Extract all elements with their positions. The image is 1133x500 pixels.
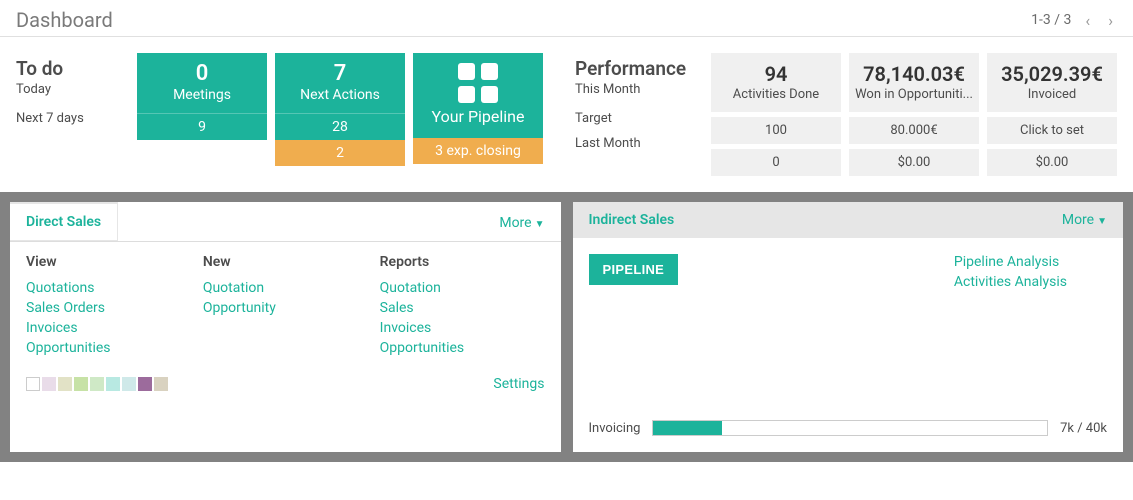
perf-activities-card[interactable]: 94 Activities Done	[711, 53, 841, 112]
color-swatch[interactable]	[106, 377, 120, 391]
perf-won-target[interactable]: 80.000€	[849, 117, 979, 144]
perf-won-label: Won in Opportuniti...	[853, 87, 975, 102]
performance-heading: Performance	[575, 57, 695, 80]
col-view: View Quotations Sales Orders Invoices Op…	[26, 254, 191, 360]
todo-today-label: Today	[16, 82, 113, 97]
color-swatch[interactable]	[138, 377, 152, 391]
link-view-quotations[interactable]: Quotations	[26, 280, 191, 296]
link-report-opportunities[interactable]: Opportunities	[380, 340, 545, 356]
link-report-sales[interactable]: Sales	[380, 300, 545, 316]
indirect-sales-title: Indirect Sales	[589, 212, 675, 228]
link-pipeline-analysis[interactable]: Pipeline Analysis	[954, 254, 1067, 270]
settings-link[interactable]: Settings	[493, 376, 544, 392]
meetings-next7-count: 9	[137, 113, 267, 140]
performance-lastmonth-label: Last Month	[575, 136, 695, 151]
panel-direct-sales: Direct Sales More▼ View Quotations Sales…	[10, 202, 561, 452]
perf-won-card[interactable]: 78,140.03€ Won in Opportuniti...	[849, 53, 979, 112]
perf-activities-last: 0	[711, 149, 841, 176]
perf-invoiced-value: 35,029.39€	[991, 63, 1113, 85]
link-report-invoices[interactable]: Invoices	[380, 320, 545, 336]
perf-activities-target[interactable]: 100	[711, 117, 841, 144]
pager-prev[interactable]: ‹	[1081, 11, 1094, 30]
link-view-invoices[interactable]: Invoices	[26, 320, 191, 336]
col-view-heading: View	[26, 254, 191, 270]
tile-meetings[interactable]: 0 Meetings 9	[137, 53, 267, 176]
link-activities-analysis[interactable]: Activities Analysis	[954, 274, 1067, 290]
col-new-heading: New	[203, 254, 368, 270]
pager-range: 1-3 / 3	[1031, 12, 1071, 28]
invoicing-progress-bar	[653, 421, 722, 435]
perf-won-col: 78,140.03€ Won in Opportuniti... 80.000€…	[849, 53, 979, 176]
indirect-sales-more[interactable]: More▼	[1062, 212, 1107, 228]
link-view-sales-orders[interactable]: Sales Orders	[26, 300, 191, 316]
tile-pipeline[interactable]: Your Pipeline 3 exp. closing	[413, 53, 543, 176]
meetings-label: Meetings	[137, 87, 267, 103]
color-swatch[interactable]	[90, 377, 104, 391]
color-swatches[interactable]	[26, 377, 168, 391]
direct-sales-more[interactable]: More▼	[499, 215, 544, 231]
nextactions-today-count: 7	[275, 63, 405, 85]
performance-thismonth-label: This Month	[575, 82, 695, 97]
col-reports: Reports Quotation Sales Invoices Opportu…	[380, 254, 545, 360]
color-swatch[interactable]	[154, 377, 168, 391]
page-title: Dashboard	[16, 8, 113, 32]
perf-invoiced-label: Invoiced	[991, 87, 1113, 102]
perf-activities-value: 94	[715, 63, 837, 85]
tile-next-actions[interactable]: 7 Next Actions 28 2	[275, 53, 405, 176]
direct-sales-tab[interactable]: Direct Sales	[10, 204, 118, 240]
nextactions-next7-count: 28	[275, 113, 405, 140]
todo-block: To do Today Next 7 days	[16, 53, 113, 176]
perf-won-last: $0.00	[849, 149, 979, 176]
perf-activities-label: Activities Done	[715, 87, 837, 102]
caret-down-icon: ▼	[535, 219, 545, 230]
perf-invoiced-last: $0.00	[987, 149, 1117, 176]
panel-indirect-sales: Indirect Sales More▼ PIPELINE Pipeline A…	[573, 202, 1124, 452]
perf-won-value: 78,140.03€	[853, 63, 975, 85]
perf-invoiced-col: 35,029.39€ Invoiced Click to set $0.00	[987, 53, 1117, 176]
link-new-opportunity[interactable]: Opportunity	[203, 300, 368, 316]
color-swatch[interactable]	[26, 377, 40, 391]
col-reports-heading: Reports	[380, 254, 545, 270]
color-swatch[interactable]	[58, 377, 72, 391]
perf-invoiced-card[interactable]: 35,029.39€ Invoiced	[987, 53, 1117, 112]
col-new: New Quotation Opportunity	[203, 254, 368, 360]
invoicing-progress	[652, 420, 1048, 436]
nextactions-label: Next Actions	[275, 87, 405, 103]
pipeline-button[interactable]: PIPELINE	[589, 254, 679, 285]
pager: 1-3 / 3 ‹ ›	[1031, 11, 1117, 30]
pager-next[interactable]: ›	[1104, 11, 1117, 30]
color-swatch[interactable]	[74, 377, 88, 391]
caret-down-icon: ▼	[1097, 216, 1107, 227]
todo-heading: To do	[16, 57, 113, 80]
pipeline-icon	[458, 63, 498, 103]
perf-activities-col: 94 Activities Done 100 0	[711, 53, 841, 176]
todo-next7-label: Next 7 days	[16, 111, 113, 126]
performance-block: Performance This Month Target Last Month	[575, 53, 695, 176]
invoicing-ratio: 7k / 40k	[1060, 421, 1107, 436]
color-swatch[interactable]	[122, 377, 136, 391]
color-swatch[interactable]	[42, 377, 56, 391]
pipeline-label: Your Pipeline	[413, 107, 543, 126]
nextactions-exp-count: 2	[275, 140, 405, 166]
link-new-quotation[interactable]: Quotation	[203, 280, 368, 296]
perf-invoiced-target[interactable]: Click to set	[987, 117, 1117, 144]
link-view-opportunities[interactable]: Opportunities	[26, 340, 191, 356]
invoicing-label: Invoicing	[589, 421, 641, 436]
link-report-quotation[interactable]: Quotation	[380, 280, 545, 296]
performance-target-label: Target	[575, 111, 695, 126]
meetings-today-count: 0	[137, 63, 267, 85]
pipeline-closing: 3 exp. closing	[413, 138, 543, 164]
